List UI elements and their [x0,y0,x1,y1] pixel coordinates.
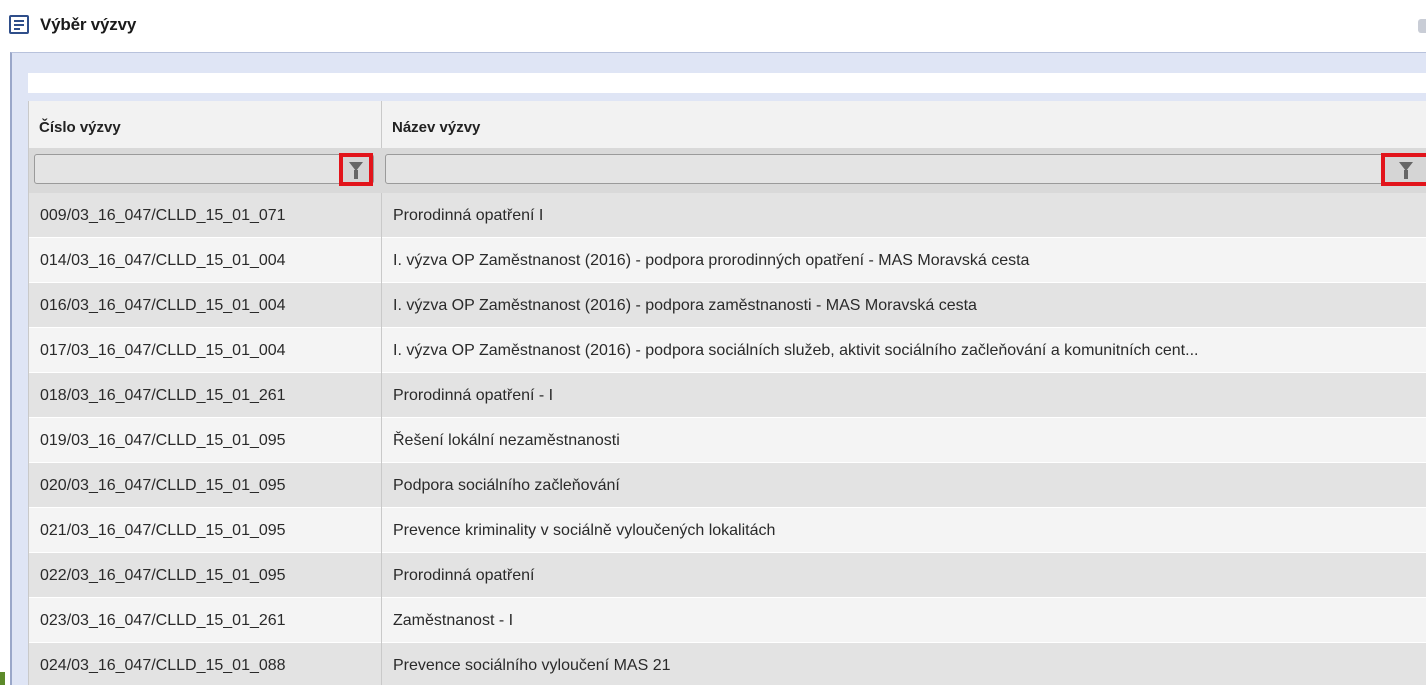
cell-cislo: 020/03_16_047/CLLD_15_01_095 [29,463,382,508]
cell-nazev: Prevence sociálního vyloučení MAS 21 [393,657,671,674]
table-row[interactable]: 019/03_16_047/CLLD_15_01_095 Řešení loká… [29,418,1426,463]
grid-toolbar [28,73,1426,93]
cell-cislo: 016/03_16_047/CLLD_15_01_004 [29,283,382,328]
list-window-icon [9,15,29,34]
cell-nazev: Prorodinná opatření - I [393,387,554,404]
cell-cislo: 021/03_16_047/CLLD_15_01_095 [29,508,382,553]
cell-nazev: Podpora sociálního začleňování [393,477,620,494]
filter-row [29,148,1426,193]
column-header-nazev[interactable]: Název výzvy [382,101,1426,148]
dialog-page: Výběr výzvy Číslo výzvy Název výzvy 009/… [0,0,1426,685]
table-row[interactable]: 023/03_16_047/CLLD_15_01_261 Zaměstnanos… [29,598,1426,643]
filter-button-nazev[interactable] [1381,153,1426,186]
filter-input-cislo[interactable] [34,154,374,184]
table-row[interactable]: 022/03_16_047/CLLD_15_01_095 Prorodinná … [29,553,1426,598]
grid-rows: 009/03_16_047/CLLD_15_01_071 Prorodinná … [29,193,1426,685]
corner-marker [0,672,5,685]
cell-cislo: 009/03_16_047/CLLD_15_01_071 [29,193,382,238]
table-row[interactable]: 020/03_16_047/CLLD_15_01_095 Podpora soc… [29,463,1426,508]
column-header-label: Číslo výzvy [39,119,121,136]
table-row[interactable]: 017/03_16_047/CLLD_15_01_004 I. výzva OP… [29,328,1426,373]
calls-grid: Číslo výzvy Název výzvy 009/03_16_047/CL… [28,101,1426,685]
table-row[interactable]: 009/03_16_047/CLLD_15_01_071 Prorodinná … [29,193,1426,238]
cell-nazev: Prorodinná opatření I [393,207,544,224]
cell-nazev: Prevence kriminality v sociálně vyloučen… [393,522,776,539]
cell-cislo: 018/03_16_047/CLLD_15_01_261 [29,373,382,418]
dialog-title: Výběr výzvy [40,15,137,34]
table-row[interactable]: 016/03_16_047/CLLD_15_01_004 I. výzva OP… [29,283,1426,328]
cell-nazev: Řešení lokální nezaměstnanosti [393,432,620,449]
cell-nazev: I. výzva OP Zaměstnanost (2016) - podpor… [393,297,977,314]
cell-cislo: 022/03_16_047/CLLD_15_01_095 [29,553,382,598]
column-header-cislo[interactable]: Číslo výzvy [29,101,382,148]
cell-nazev: Zaměstnanost - I [393,612,514,629]
cell-cislo: 023/03_16_047/CLLD_15_01_261 [29,598,382,643]
close-icon[interactable] [1418,19,1426,33]
dialog-titlebar: Výběr výzvy [0,0,1426,50]
column-header-label: Název výzvy [392,119,481,136]
table-row[interactable]: 021/03_16_047/CLLD_15_01_095 Prevence kr… [29,508,1426,553]
cell-nazev: Prorodinná opatření [393,567,535,584]
cell-cislo: 017/03_16_047/CLLD_15_01_004 [29,328,382,373]
table-row[interactable]: 014/03_16_047/CLLD_15_01_004 I. výzva OP… [29,238,1426,283]
cell-nazev: I. výzva OP Zaměstnanost (2016) - podpor… [393,252,1030,269]
grid-header: Číslo výzvy Název výzvy [29,101,1426,148]
cell-nazev: I. výzva OP Zaměstnanost (2016) - podpor… [393,342,1199,359]
cell-cislo: 024/03_16_047/CLLD_15_01_088 [29,643,382,685]
filter-button-cislo[interactable] [339,153,373,186]
filter-input-nazev[interactable] [385,154,1385,184]
cell-cislo: 019/03_16_047/CLLD_15_01_095 [29,418,382,463]
table-row[interactable]: 024/03_16_047/CLLD_15_01_088 Prevence so… [29,643,1426,685]
table-row[interactable]: 018/03_16_047/CLLD_15_01_261 Prorodinná … [29,373,1426,418]
cell-cislo: 014/03_16_047/CLLD_15_01_004 [29,238,382,283]
